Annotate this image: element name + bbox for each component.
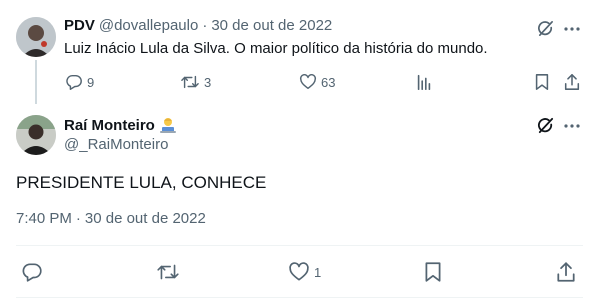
parent-avatar-image [16,17,56,57]
main-avatar[interactable] [16,115,56,155]
more-dots-icon [564,27,580,31]
main-tweet-text: PRESIDENTE LULA, CONHECE [16,173,267,192]
parent-bookmark-button[interactable] [533,73,551,91]
parent-retweet-button[interactable]: 3 [180,73,211,91]
parent-tweet-text: Luiz Inácio Lula da Silva. O maior polít… [64,40,488,57]
parent-share-button[interactable] [563,73,581,91]
heart-icon [289,262,309,281]
grok-icon [538,20,554,37]
views-icon [417,74,431,91]
grok-icon [537,117,554,134]
parent-author-handle[interactable]: @dovallepaulo [99,17,198,34]
parent-author-name[interactable]: PDV [64,17,95,34]
main-reply-button[interactable] [21,261,43,283]
main-tweet-date[interactable]: 30 de out de 2022 [85,210,206,227]
main-share-button[interactable] [555,261,577,283]
more-dots-icon [564,124,580,128]
main-like-button[interactable]: 1 [288,261,321,283]
main-tweet-meta: 7:40 PM · 30 de out de 2022 [16,210,206,227]
main-retweet-button[interactable] [156,261,180,283]
parent-tweet-date[interactable]: 30 de out de 2022 [211,17,332,34]
parent-grok-button[interactable] [536,19,555,38]
actions-divider-bottom [16,297,583,298]
parent-reply-count: 9 [87,74,95,90]
main-more-button[interactable] [563,117,581,135]
main-author-name[interactable]: Raí Monteiro [64,117,155,134]
parent-retweet-count: 3 [204,74,212,90]
main-bookmark-button[interactable] [422,261,444,283]
parent-reply-button[interactable]: 9 [65,73,94,91]
retweet-icon [181,75,199,89]
main-grok-button[interactable] [536,116,555,135]
bookmark-icon [535,74,549,90]
heart-icon [300,74,316,90]
share-icon [557,262,575,282]
reply-icon [22,263,42,282]
parent-like-button[interactable]: 63 [299,73,335,91]
reply-icon [66,74,82,90]
main-header-name-row: Raí Monteiro [64,116,177,134]
thread-connector-line [35,60,37,104]
meta-separator: · [75,210,81,227]
actions-divider-top [16,245,583,246]
parent-more-button[interactable] [563,20,581,38]
main-avatar-image [16,115,56,155]
header-separator: · [202,17,208,34]
parent-like-count: 63 [321,74,336,90]
technologist-emoji-icon [159,116,177,134]
main-author-handle[interactable]: @_RaiMonteiro [64,136,168,153]
parent-header: PDV @dovallepaulo · 30 de out de 2022 [64,17,332,34]
main-tweet-time[interactable]: 7:40 PM [16,210,72,227]
parent-views-button[interactable] [415,73,433,91]
share-icon [564,74,580,90]
retweet-icon [157,264,179,280]
main-like-count: 1 [314,264,322,280]
parent-avatar[interactable] [16,17,56,57]
bookmark-icon [425,262,441,282]
